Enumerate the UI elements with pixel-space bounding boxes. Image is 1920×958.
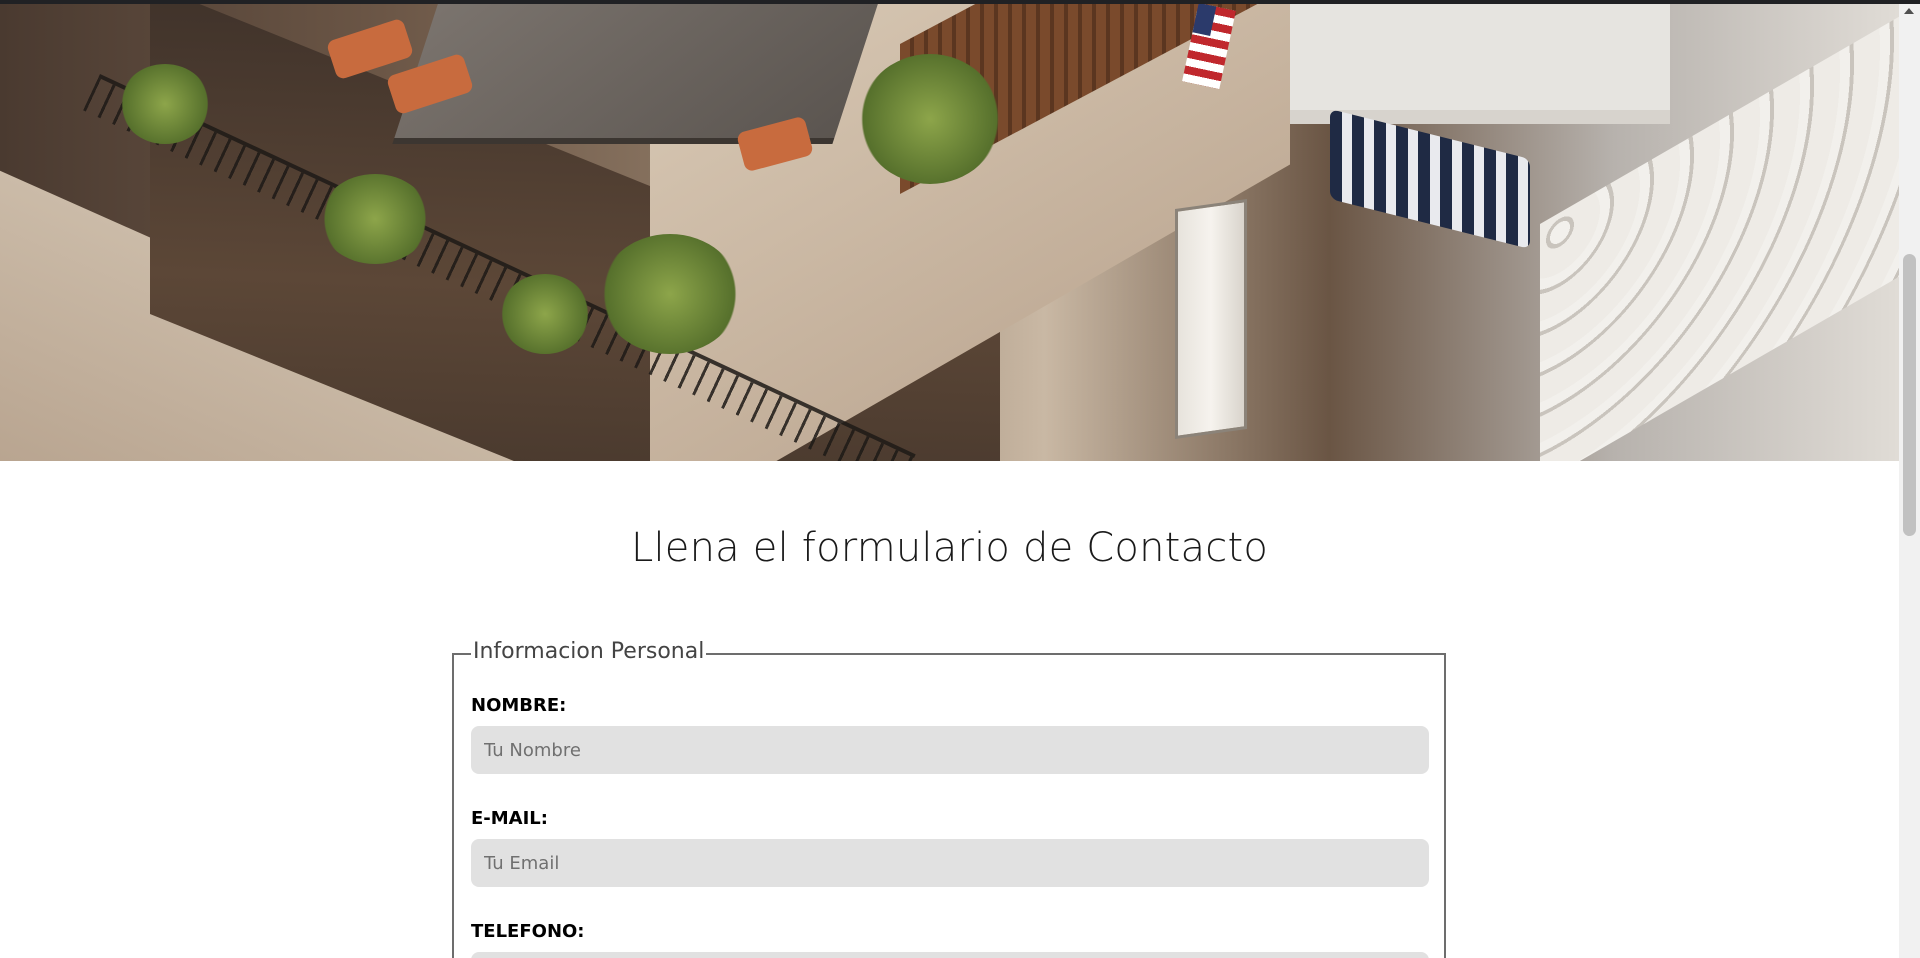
scroll-up-arrow-icon[interactable] — [1904, 8, 1914, 14]
name-label: NOMBRE: — [471, 695, 567, 716]
vertical-scrollbar[interactable] — [1899, 4, 1920, 958]
name-input[interactable] — [471, 726, 1429, 774]
email-input[interactable] — [471, 839, 1429, 887]
phone-input[interactable] — [471, 952, 1429, 958]
personal-info-fieldset: Informacion Personal NOMBRE: E-MAIL: TEL… — [452, 639, 1446, 958]
hero-image — [0, 4, 1899, 461]
page-title: Llena el formulario de Contacto — [630, 525, 1269, 571]
scroll-thumb[interactable] — [1903, 254, 1916, 536]
phone-label: TELEFONO: — [471, 921, 585, 942]
email-label: E-MAIL: — [471, 808, 548, 829]
fieldset-legend: Informacion Personal — [471, 639, 707, 664]
